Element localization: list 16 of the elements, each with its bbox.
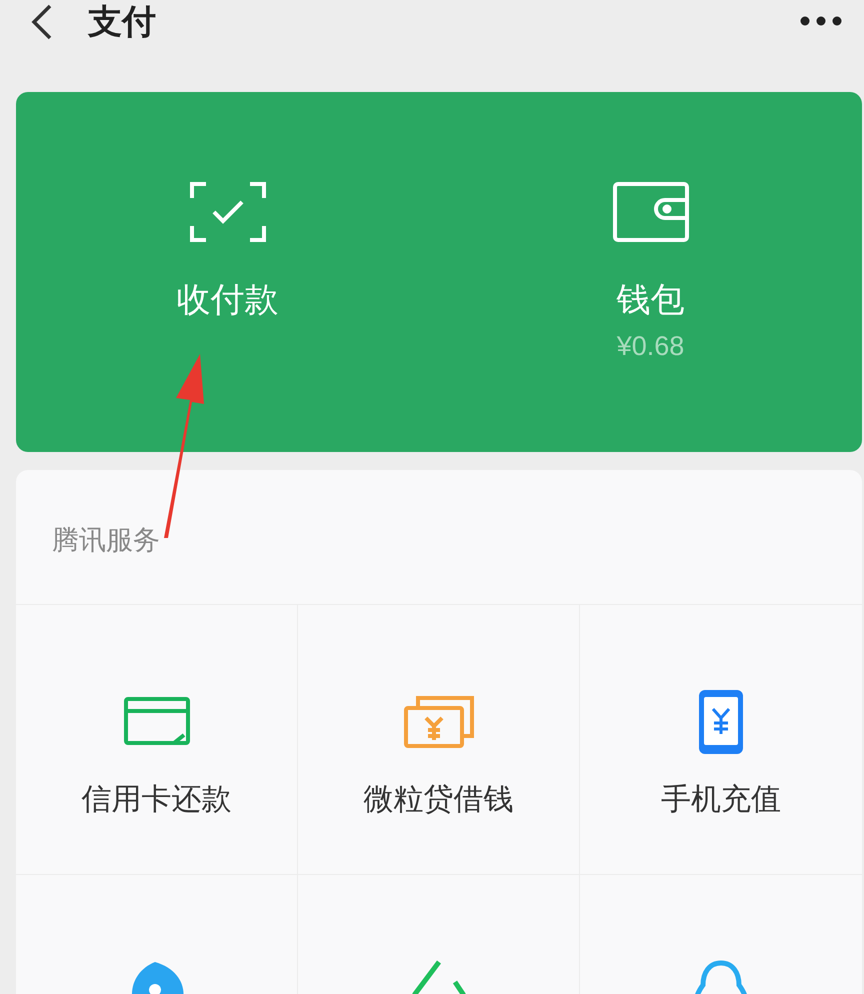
page-title: 支付 — [88, 2, 156, 43]
wallet-balance: ¥0.68 — [616, 330, 684, 363]
scan-icon — [190, 182, 266, 242]
banknote-icon — [404, 696, 474, 748]
service-tile[interactable]: 微粒贷借钱 — [298, 605, 580, 875]
wallet-icon — [612, 182, 688, 242]
phone-icon — [698, 689, 744, 755]
service-tile[interactable]: 手机充值 — [580, 605, 862, 875]
service-tile[interactable]: 信用卡还款 — [16, 605, 298, 875]
back-icon[interactable] — [30, 4, 54, 40]
card-icon — [124, 697, 190, 747]
more-icon[interactable] — [800, 16, 842, 26]
section-title: 腾讯服务 — [52, 524, 160, 557]
service-label: 信用卡还款 — [82, 782, 232, 818]
service-label: 手机充值 — [661, 782, 781, 818]
service-label: 微粒贷借钱 — [364, 782, 514, 818]
